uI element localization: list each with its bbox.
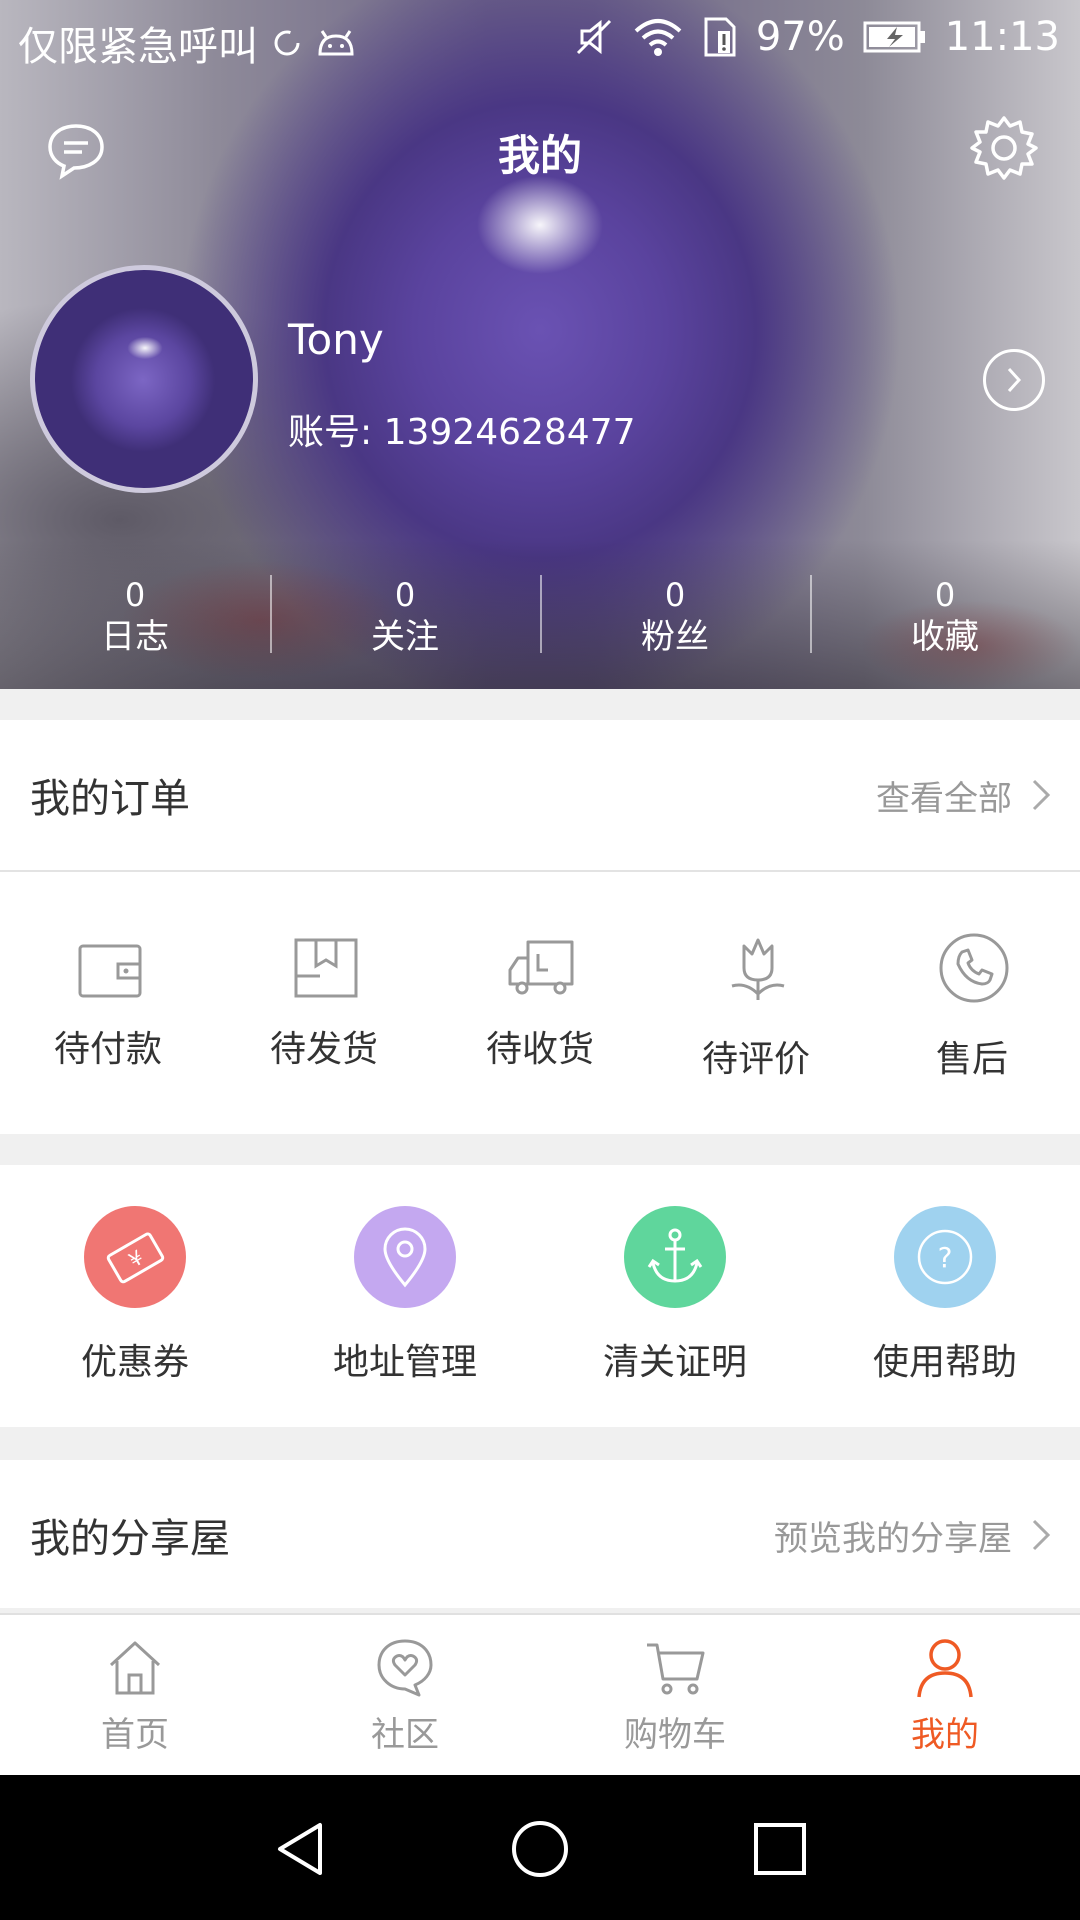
address-management-item[interactable]: 地址管理 — [270, 1165, 540, 1427]
order-pending-payment[interactable]: 待付款 — [0, 872, 216, 1134]
service-label: 地址管理 — [332, 1342, 477, 1383]
share-house-title: 我的分享屋 — [30, 1516, 230, 1562]
order-pending-receipt[interactable]: 待收货 — [432, 872, 648, 1134]
package-icon — [294, 938, 358, 998]
system-nav-bar — [0, 1775, 1080, 1920]
customs-clearance-item[interactable]: 清关证明 — [540, 1165, 810, 1427]
page-title: 我的 — [497, 131, 582, 180]
stat-label: 收藏 — [911, 617, 979, 657]
stat-following[interactable]: 0 关注 — [270, 575, 540, 657]
preview-share-house-link[interactable]: 预览我的分享屋 — [774, 1511, 1052, 1560]
help-item[interactable]: ? 使用帮助 — [810, 1165, 1080, 1427]
stat-value: 0 — [394, 576, 416, 614]
svg-text:¥: ¥ — [124, 1245, 147, 1272]
tab-community[interactable]: 社区 — [270, 1615, 540, 1775]
community-heart-icon — [377, 1639, 433, 1697]
tab-label: 社区 — [371, 1715, 439, 1755]
clock: 11:13 — [944, 14, 1060, 60]
profile-header: 仅限紧急呼叫 97% 11:13 我的 Tony 账号: 13924628477 — [0, 0, 1080, 689]
coupon-icon-circle: ¥ — [84, 1206, 186, 1308]
tab-cart[interactable]: 购物车 — [540, 1615, 810, 1775]
user-name: Tony — [288, 315, 384, 364]
carrier-text: 仅限紧急呼叫 — [18, 24, 258, 70]
order-pending-review[interactable]: 待评价 — [648, 872, 864, 1134]
help-icon: ? — [917, 1229, 973, 1285]
service-label: 清关证明 — [602, 1342, 747, 1383]
stat-favorites[interactable]: 0 收藏 — [810, 575, 1080, 657]
sync-icon — [274, 30, 300, 56]
battery-percent: 97% — [755, 14, 845, 60]
coupons-item[interactable]: ¥ 优惠券 — [0, 1165, 270, 1427]
back-icon[interactable] — [270, 1817, 334, 1881]
order-item-label: 待付款 — [53, 1029, 162, 1070]
coupon-icon: ¥ — [106, 1232, 165, 1284]
anchor-icon-circle — [624, 1206, 726, 1308]
stat-logs[interactable]: 0 日志 — [0, 575, 270, 657]
sim-alert-icon — [704, 17, 736, 57]
view-all-orders-link[interactable]: 查看全部 — [876, 771, 1052, 820]
wifi-icon — [634, 19, 682, 56]
order-item-label: 待发货 — [269, 1029, 378, 1070]
stat-value: 0 — [664, 576, 686, 614]
chevron-right-icon — [1032, 1519, 1051, 1551]
orders-title: 我的订单 — [30, 776, 190, 822]
title-bar: 我的 — [0, 100, 1080, 200]
tulip-icon — [731, 938, 785, 1000]
stat-fans[interactable]: 0 粉丝 — [540, 575, 810, 657]
share-house-header[interactable]: 我的分享屋 预览我的分享屋 — [0, 1460, 1080, 1610]
stat-value: 0 — [934, 576, 956, 614]
profile-detail-button[interactable] — [983, 349, 1045, 411]
location-pin-icon — [383, 1227, 427, 1288]
gear-icon — [970, 116, 1038, 180]
profile-stats: 0 日志 0 关注 0 粉丝 0 收藏 — [0, 575, 1080, 657]
chevron-right-icon — [1007, 367, 1022, 393]
orders-header[interactable]: 我的订单 查看全部 — [0, 720, 1080, 870]
order-after-sales[interactable]: 售后 — [864, 872, 1080, 1134]
battery-charging-icon — [863, 21, 925, 53]
tab-mine[interactable]: 我的 — [810, 1615, 1080, 1775]
bottom-tab-bar: 首页 社区 购物车 我的 — [0, 1613, 1080, 1775]
tab-label: 我的 — [911, 1715, 979, 1755]
order-item-label: 售后 — [935, 1039, 1008, 1080]
wallet-icon — [78, 944, 142, 998]
home-icon — [109, 1641, 161, 1695]
stat-label: 日志 — [101, 617, 169, 657]
order-pending-shipment[interactable]: 待发货 — [216, 872, 432, 1134]
android-icon — [318, 30, 354, 56]
services-section: ¥ 优惠券 地址管理 清关证明 ? 使用帮助 — [0, 1165, 1080, 1427]
recents-icon[interactable] — [748, 1817, 812, 1881]
mute-icon — [576, 19, 611, 55]
svg-text:?: ? — [938, 1241, 953, 1274]
phone-icon — [939, 933, 1009, 1003]
avatar[interactable] — [30, 265, 258, 493]
help-icon-circle: ? — [894, 1206, 996, 1308]
order-status-grid: 待付款 待发货 待收货 待评价 售后 — [0, 872, 1080, 1134]
tab-home[interactable]: 首页 — [0, 1615, 270, 1775]
order-item-label: 待评价 — [701, 1039, 810, 1080]
orders-section: 我的订单 查看全部 待付款 待发货 待收货 待评价 售后 — [0, 720, 1080, 1134]
stat-label: 粉丝 — [641, 617, 709, 657]
settings-button[interactable] — [970, 114, 1038, 182]
tab-label: 购物车 — [624, 1715, 726, 1755]
person-icon — [917, 1639, 973, 1698]
share-house-section: 我的分享屋 预览我的分享屋 — [0, 1460, 1080, 1610]
services-grid: ¥ 优惠券 地址管理 清关证明 ? 使用帮助 — [0, 1165, 1080, 1427]
cart-icon — [647, 1643, 705, 1695]
anchor-icon — [647, 1228, 703, 1283]
location-pin-icon-circle — [354, 1206, 456, 1308]
home-nav-icon[interactable] — [508, 1817, 572, 1881]
truck-icon — [508, 940, 574, 995]
stat-label: 关注 — [371, 617, 439, 657]
tab-label: 首页 — [101, 1715, 169, 1755]
order-item-label: 待收货 — [485, 1029, 594, 1070]
service-label: 使用帮助 — [872, 1342, 1017, 1383]
stat-value: 0 — [124, 576, 146, 614]
user-account: 账号: 13924628477 — [288, 412, 636, 453]
status-bar: 仅限紧急呼叫 97% 11:13 — [0, 0, 1080, 78]
view-all-label: 查看全部 — [876, 778, 1012, 819]
service-label: 优惠券 — [80, 1342, 189, 1383]
chevron-right-icon — [1032, 779, 1051, 811]
preview-label: 预览我的分享屋 — [774, 1518, 1012, 1559]
